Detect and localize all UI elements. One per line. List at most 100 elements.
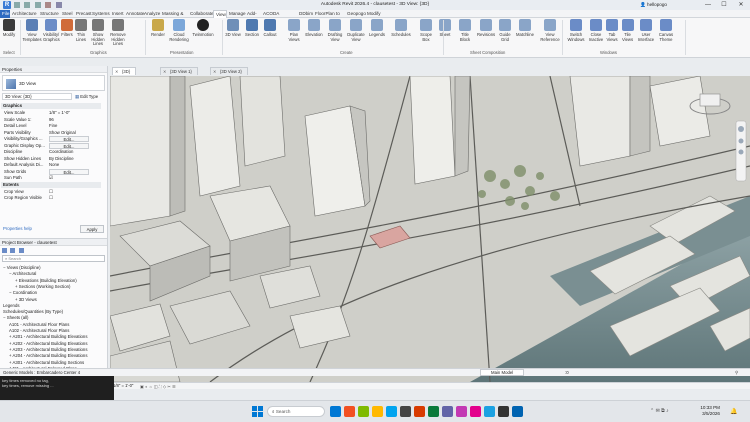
ribbon-tab-manage[interactable]: Manage xyxy=(227,10,246,18)
notification-icon[interactable]: 🔔 xyxy=(730,408,737,415)
properties-section-extents[interactable]: Extents xyxy=(1,181,101,188)
ribbon-tab-annotate[interactable]: Annotate xyxy=(124,10,144,18)
view-tab[interactable]: ✕ {3D View 1} xyxy=(160,67,198,75)
browser-tree-item[interactable]: + A201 - Architectural Building Elevatio… xyxy=(9,334,87,340)
property-value[interactable]: None xyxy=(49,162,104,168)
filter-icon[interactable]: ⚲ xyxy=(735,369,738,377)
ribbon-button-guide-grid[interactable]: Guide Grid xyxy=(496,19,514,42)
maximize-button[interactable]: ☐ xyxy=(716,0,732,10)
ribbon-button-duplicate-view[interactable]: Duplicate View xyxy=(346,19,366,42)
ribbon-button-scope-box[interactable]: Scope Box xyxy=(417,19,435,42)
ribbon-button-tab-views[interactable]: Tab Views xyxy=(605,19,619,42)
property-value[interactable]: 96 xyxy=(49,117,104,123)
properties-help-link[interactable]: Properties help xyxy=(3,226,32,231)
ribbon-tab-modify[interactable]: Modify xyxy=(365,10,381,18)
model-selector[interactable]: Main Model xyxy=(480,369,525,376)
browser-tree-item[interactable]: + A301 - Architectural Building Sections xyxy=(9,360,84,366)
close-tab-icon[interactable]: ✕ xyxy=(163,68,166,76)
ribbon-tab-ddbim[interactable]: DDbim xyxy=(297,10,313,18)
browser-tree-item[interactable]: + A203 - Architectural Building Elevatio… xyxy=(9,347,87,353)
taskbar-app-icon[interactable] xyxy=(470,406,481,417)
ribbon-tab-file[interactable]: File xyxy=(0,10,10,18)
view-scale[interactable]: 1/8" = 1'-0" xyxy=(113,383,133,389)
revit-logo[interactable]: R xyxy=(3,1,11,9)
browser-tree-item[interactable]: + 3D Views xyxy=(15,297,37,303)
property-value[interactable]: 1/8" = 1'-0" xyxy=(49,110,104,116)
browser-search-input[interactable]: ⌕ Search xyxy=(2,255,105,262)
ribbon-button-3d-view[interactable]: 3D View xyxy=(225,19,241,38)
browser-tree-item[interactable]: + Sections (Working Section) xyxy=(15,284,70,290)
ribbon-button-title-block[interactable]: Title Block xyxy=(456,19,474,42)
taskbar-app-icon[interactable] xyxy=(512,406,523,417)
ribbon-button-sheet[interactable]: Sheet xyxy=(437,19,453,38)
user-account[interactable]: 👤 hellopogo xyxy=(640,2,667,8)
property-value[interactable]: Edit... xyxy=(49,168,89,175)
close-tab-icon[interactable]: ✕ xyxy=(115,68,118,76)
property-value[interactable]: ☐ xyxy=(49,189,104,195)
ribbon-tab-analyze[interactable]: Analyze xyxy=(142,10,160,18)
taskbar-app-icon[interactable] xyxy=(358,406,369,417)
ribbon-button-view-templates[interactable]: View Templates xyxy=(22,19,42,42)
browser-icon-c[interactable] xyxy=(18,248,24,253)
browser-tree-item[interactable]: A101 - Architectural Floor Plans xyxy=(9,322,69,328)
ribbon-button-switch-windows[interactable]: Switch Windows xyxy=(566,19,586,42)
ribbon-button-drafting-view[interactable]: Drafting View xyxy=(325,19,345,42)
ribbon-button-close-inactive[interactable]: Close Inactive xyxy=(588,19,604,42)
browser-tree-item[interactable]: A102 - Architectural Floor Plans xyxy=(9,328,69,334)
close-tab-icon[interactable]: ✕ xyxy=(213,68,216,76)
taskbar-app-icon[interactable] xyxy=(372,406,383,417)
start-button[interactable] xyxy=(252,406,263,417)
taskbar-app-icon[interactable] xyxy=(386,406,397,417)
browser-tree-item[interactable]: − Coordination xyxy=(9,290,37,296)
property-value[interactable]: Fine xyxy=(49,123,104,129)
ribbon-button-modify[interactable]: Modify xyxy=(2,19,16,38)
browser-tree-item[interactable]: − Views (Discipline) xyxy=(3,265,41,271)
ribbon-tab-precast[interactable]: Precast xyxy=(74,10,92,18)
ribbon-tab-massing-site[interactable]: Massing & Site xyxy=(160,10,188,24)
ribbon-button-elevation[interactable]: Elevation xyxy=(305,19,323,38)
property-value[interactable]: ☐ xyxy=(49,195,104,201)
ribbon-button-cloud-rendering[interactable]: Cloud Rendering xyxy=(168,19,190,42)
property-value[interactable]: Edit... xyxy=(49,136,89,142)
property-value[interactable]: ☑ xyxy=(49,175,104,181)
tray-icons[interactable]: ⌃ ✉ ⧉ ♪ xyxy=(650,408,669,414)
taskbar-app-icon[interactable] xyxy=(484,406,495,417)
type-selector[interactable]: 3D View xyxy=(2,75,105,91)
ribbon-button-callout[interactable]: Callout xyxy=(262,19,278,38)
ribbon-tab-add-ins[interactable]: Add-Ins xyxy=(245,10,261,24)
view-controls-icons[interactable]: ▣ ◐ ☼ ◫ ⛶ ◇ ✂ ☰ xyxy=(140,384,176,390)
taskbar-app-icon[interactable] xyxy=(428,406,439,417)
apply-button[interactable]: Apply xyxy=(80,225,104,233)
ribbon-tab-view[interactable]: View xyxy=(213,10,227,18)
edit-type-button[interactable]: ▦ Edit Type xyxy=(75,93,105,100)
browser-icon-a[interactable] xyxy=(2,248,7,253)
ribbon-button-schedules[interactable]: Schedules xyxy=(390,19,412,38)
ribbon-button-visibility-graphics[interactable]: Visibility/ Graphics xyxy=(43,19,60,42)
browser-tree-item[interactable]: − Architectural xyxy=(9,271,36,277)
clock[interactable]: 10:33 PM 3/5/2026 xyxy=(690,405,720,417)
browser-tree-item[interactable]: + Elevations (Building Elevation) xyxy=(15,278,77,284)
ribbon-tab-insert[interactable]: Insert xyxy=(110,10,124,18)
3d-viewport[interactable] xyxy=(110,76,750,382)
ribbon-button-render[interactable]: Render xyxy=(150,19,166,38)
view-selector[interactable]: 3D View: {3D} xyxy=(2,93,72,100)
taskbar-app-icon[interactable] xyxy=(442,406,453,417)
ribbon-button-plan-views[interactable]: Plan Views xyxy=(285,19,303,42)
ribbon-button-view-reference[interactable]: View Reference xyxy=(537,19,563,42)
taskbar-search[interactable]: ⌕ Search xyxy=(267,406,325,417)
taskbar-app-icon[interactable] xyxy=(330,406,341,417)
taskbar-app-icon[interactable] xyxy=(414,406,425,417)
browser-tree-item[interactable]: + A202 - Architectural Building Elevatio… xyxy=(9,341,87,347)
taskbar-app-icon[interactable] xyxy=(498,406,509,417)
ribbon-tab-geopogo[interactable]: Geopogo xyxy=(345,10,366,18)
browser-tree-item[interactable]: Schedules/Quantities (By Type) xyxy=(3,309,63,315)
browser-icon-b[interactable] xyxy=(10,248,16,253)
ribbon-button-remove-hidden-lines[interactable]: Remove Hidden Lines xyxy=(108,19,128,47)
browser-tree-item[interactable]: − Sheets (all) xyxy=(3,315,28,321)
taskbar-app-icon[interactable] xyxy=(400,406,411,417)
browser-tree-item[interactable]: Legends xyxy=(3,303,20,309)
ribbon-tab-structure[interactable]: Structure xyxy=(38,10,60,18)
property-value[interactable]: Edit... xyxy=(49,142,89,149)
ribbon-button-twinmotion[interactable]: Twinmotion xyxy=(192,19,214,38)
taskbar-app-icon[interactable] xyxy=(456,406,467,417)
